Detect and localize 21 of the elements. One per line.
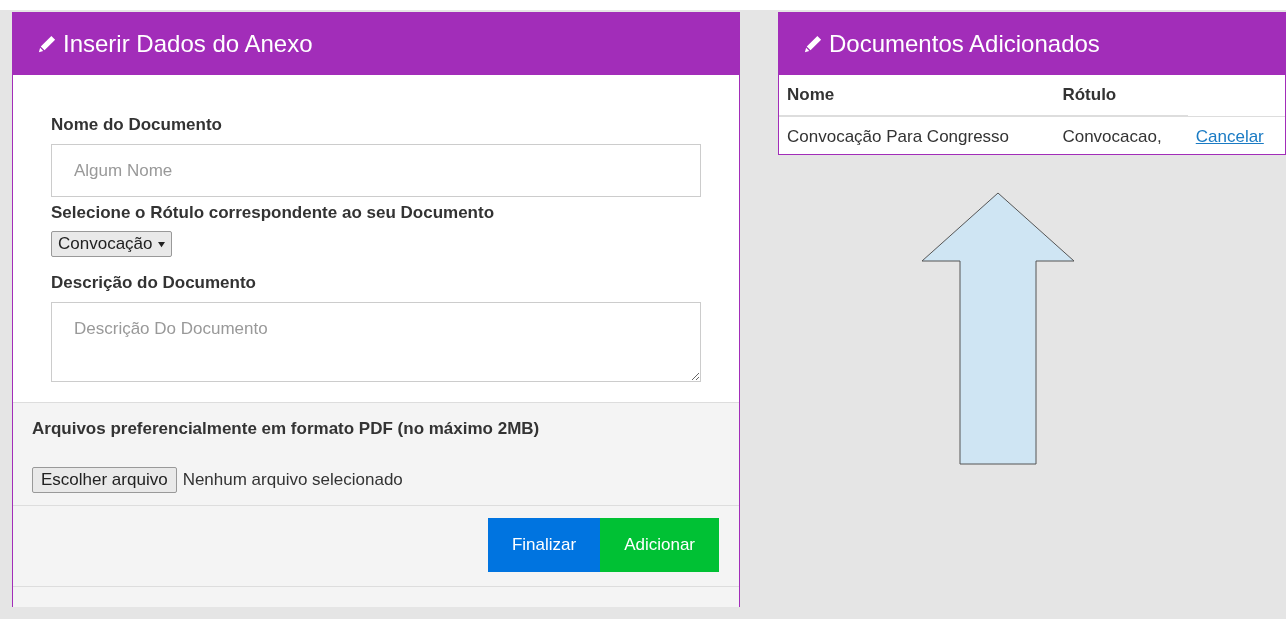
column-header: Rótulo [1054,75,1188,116]
table-cell: Convocacao, [1054,116,1188,157]
table-cell: Convocação Para Congresso [779,116,1055,157]
field-label: Descrição do Documento [51,273,257,293]
choose-file-button[interactable]: Escolher arquivo [32,467,177,493]
panel-title: Documentos Adicionados [829,30,1100,58]
caret-icon [157,240,165,248]
name-field[interactable]: Algum Nome [51,144,701,197]
upload-note: Arquivos preferencialmente em formato PDF (no máximo 2MB) [32,419,541,439]
finish-button[interactable]: Finalizar [487,518,601,572]
field-label: Nome do Documento [51,115,223,135]
description-field[interactable]: Descrição Do Documento [51,302,701,382]
add-button[interactable]: Adicionar [600,518,719,572]
file-status: Nenhum arquivo selecionado [182,470,403,490]
field-label: Selecione o Rótulo correspondente ao seu Documento [51,203,495,223]
panel-title: Inserir Dados do Anexo [63,30,313,58]
pencil-icon [37,34,57,54]
label-dropdown[interactable]: Convocação [51,231,172,257]
column-header: Nome [779,75,1055,116]
cancel-link[interactable]: Cancelar [1195,126,1264,146]
pencil-icon [803,34,823,54]
